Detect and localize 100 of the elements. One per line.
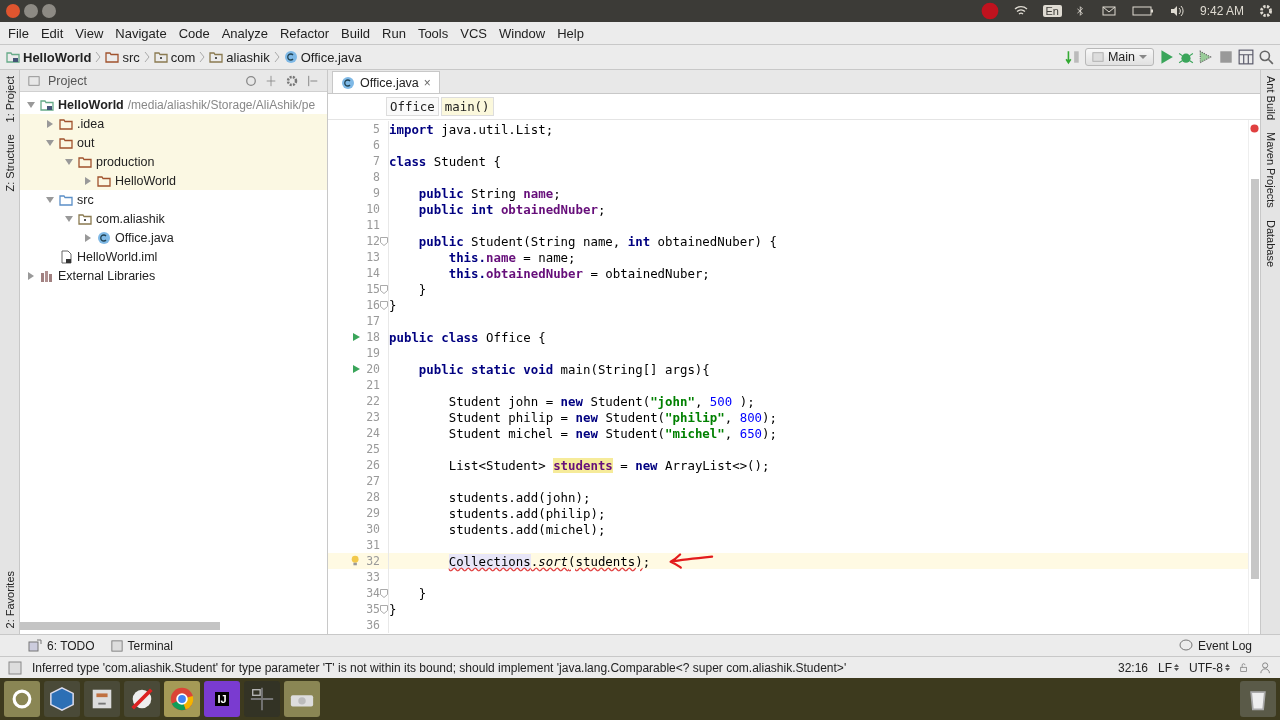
tree-row[interactable]: HelloWorld /media/aliashik/Storage/AliAshik/pe: [20, 95, 327, 114]
file-icon: [59, 249, 73, 264]
tree-row[interactable]: External Libraries: [20, 266, 327, 285]
gear-icon: [1258, 3, 1274, 19]
menu-item[interactable]: Analyze: [215, 25, 274, 41]
breadcrumb-item[interactable]: Office.java: [300, 49, 362, 65]
keyboard-layout[interactable]: En: [1042, 5, 1062, 17]
tool-window-tab[interactable]: 6: TODO: [47, 638, 95, 653]
tool-window-tab[interactable]: 1: Project: [3, 76, 16, 123]
menu-item[interactable]: Window: [492, 25, 552, 41]
line-separator[interactable]: LF: [1158, 660, 1172, 675]
menu-item[interactable]: Help: [551, 25, 590, 41]
tree-row[interactable]: production: [20, 152, 327, 171]
battery-icon: [1131, 4, 1154, 18]
tool-window-tab[interactable]: 2: Favorites: [3, 570, 16, 628]
line-number: 36: [365, 618, 380, 632]
tree-row[interactable]: Office.java: [20, 228, 327, 247]
menu-item[interactable]: Navigate: [109, 25, 173, 41]
line-number: 35: [365, 602, 380, 616]
launcher-button[interactable]: [4, 681, 40, 717]
menu-item[interactable]: File: [2, 25, 35, 41]
maximize-button[interactable]: [42, 4, 56, 18]
tree-row[interactable]: src: [20, 190, 327, 209]
tool-window-tab[interactable]: Ant Build: [1264, 76, 1277, 121]
folder-icon: [59, 192, 73, 207]
horizontal-scrollbar[interactable]: [20, 622, 220, 630]
launcher-button[interactable]: [124, 681, 160, 717]
line-number: 33: [365, 570, 380, 584]
run-icon: [351, 332, 361, 342]
stop-icon: [1218, 49, 1234, 65]
tool-window-tab[interactable]: Terminal: [127, 638, 173, 653]
tree-row[interactable]: HelloWorld: [20, 171, 327, 190]
editor-tab[interactable]: Office.java ×: [332, 71, 440, 93]
line-number: 18: [365, 330, 380, 344]
tool-window-tab[interactable]: Database: [1264, 219, 1277, 267]
launcher-button[interactable]: [44, 681, 80, 717]
launcher-button[interactable]: [84, 681, 120, 717]
error-icon: [1250, 124, 1259, 133]
menu-item[interactable]: VCS: [454, 25, 493, 41]
code-line: students.add(philip);: [447, 505, 606, 521]
cube-icon: [49, 686, 75, 712]
code-line: public String name;: [417, 185, 561, 201]
expanded-caret-icon[interactable]: [45, 137, 55, 148]
sort-icon: [1064, 49, 1081, 65]
code-line: this.obtainedNuber = obtainedNuber;: [447, 265, 710, 281]
run-configuration-dropdown[interactable]: Main: [1084, 48, 1154, 66]
chevron-icon: [95, 50, 102, 64]
tree-row[interactable]: com.aliashik: [20, 209, 327, 228]
line-number: 24: [365, 426, 380, 440]
breadcrumb-item[interactable]: Office: [386, 97, 439, 116]
collapsed-caret-icon[interactable]: [26, 270, 36, 281]
launcher-button[interactable]: [244, 681, 280, 717]
menu-item[interactable]: Run: [376, 25, 412, 41]
bluetooth-icon: [1075, 4, 1086, 18]
expanded-caret-icon[interactable]: [26, 99, 36, 110]
line-number: 21: [365, 378, 380, 392]
close-window-button[interactable]: [6, 4, 20, 18]
tree-row[interactable]: out: [20, 133, 327, 152]
folder-icon: [78, 154, 92, 169]
launcher-button[interactable]: IJ: [204, 681, 240, 717]
caret-position[interactable]: 32:16: [1117, 660, 1148, 675]
collapsed-caret-icon[interactable]: [83, 232, 93, 243]
encoding[interactable]: UTF-8: [1189, 660, 1223, 675]
menu-item[interactable]: View: [69, 25, 110, 41]
close-tab-button[interactable]: ×: [423, 75, 431, 90]
breadcrumb-item[interactable]: aliashik: [226, 49, 270, 65]
tree-row[interactable]: HelloWorld.iml: [20, 247, 327, 266]
minimize-button[interactable]: [24, 4, 38, 18]
expanded-caret-icon[interactable]: [64, 156, 74, 167]
breadcrumb-item[interactable]: com: [170, 49, 196, 65]
menu-item[interactable]: Refactor: [273, 25, 336, 41]
collapsed-caret-icon[interactable]: [45, 118, 55, 129]
clock[interactable]: 9:42 AM: [1199, 4, 1244, 18]
class-icon: [97, 230, 111, 245]
tool-window-tab[interactable]: Event Log: [1197, 638, 1252, 653]
line-number: 28: [365, 490, 380, 504]
tool-window-tab[interactable]: Maven Projects: [1264, 132, 1277, 208]
breadcrumb-item[interactable]: HelloWorld: [23, 49, 92, 65]
expanded-caret-icon[interactable]: [45, 194, 55, 205]
menu-item[interactable]: Build: [335, 25, 376, 41]
collapsed-caret-icon[interactable]: [83, 175, 93, 186]
menu-item[interactable]: Edit: [34, 25, 70, 41]
breadcrumb-item[interactable]: src: [122, 49, 140, 65]
line-number: 11: [365, 218, 380, 232]
vertical-scrollbar[interactable]: [1250, 179, 1259, 579]
tree-item-label: com.aliashik: [96, 211, 165, 226]
code-line: Student john = new Student("john", 500 );: [447, 393, 755, 409]
expanded-caret-icon[interactable]: [64, 213, 74, 224]
line-number: 23: [365, 410, 380, 424]
tree-row[interactable]: .idea: [20, 114, 327, 133]
tool-window-tab[interactable]: Z: Structure: [3, 134, 16, 192]
menu-item[interactable]: Code: [172, 25, 216, 41]
tree-item-label: HelloWorld: [115, 173, 176, 188]
launcher-button[interactable]: [164, 681, 200, 717]
menu-item[interactable]: Tools: [411, 25, 455, 41]
lightbulb-icon: [350, 554, 362, 568]
code-line: Collections.sort(students);: [447, 553, 651, 569]
trash-launcher-button[interactable]: [1240, 681, 1276, 717]
project-structure-icon: [1238, 49, 1254, 65]
breadcrumb-item[interactable]: main(): [440, 97, 494, 116]
